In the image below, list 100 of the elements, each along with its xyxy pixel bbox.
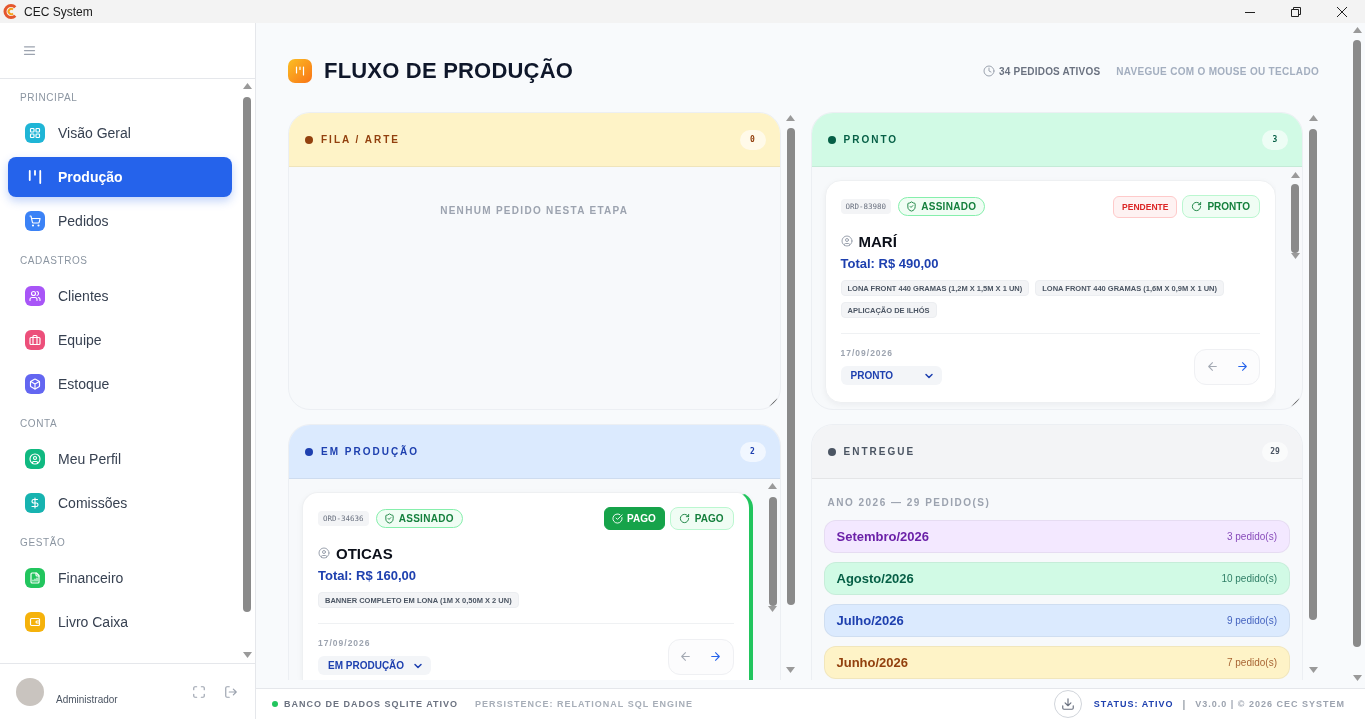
scrollbar-thumb[interactable] [768, 497, 777, 606]
arrow-left-icon [679, 650, 692, 663]
shield-check-icon [906, 201, 918, 212]
nav-item[interactable]: Livro Caixa [8, 602, 232, 642]
nav-item[interactable]: Clientes [8, 276, 232, 316]
month-row[interactable]: Julho/2026 9 pedido(s) [823, 604, 1290, 637]
user-role: Administrador [56, 693, 118, 705]
cube-icon [25, 374, 45, 394]
lane-title: FILA / ARTE [321, 134, 402, 145]
separator: | [1182, 698, 1187, 710]
payment-button[interactable]: PENDENTE [1113, 195, 1178, 218]
section-label: CADASTROS [19, 255, 89, 267]
month-label: Junho/2026 [836, 655, 909, 670]
stage-select[interactable]: EM PRODUÇÃO [318, 656, 432, 675]
status-dot-icon [272, 701, 278, 707]
status-button[interactable]: PAGO [669, 507, 734, 530]
lane-title: EM PRODUÇÃO [321, 446, 421, 457]
scrollbar-thumb[interactable] [1309, 129, 1317, 620]
avatar-placeholder [16, 677, 44, 706]
year-heading: ANO 2026 — 29 PEDIDO(S) [826, 497, 992, 509]
bars-icon [288, 59, 312, 83]
download-button[interactable] [1053, 690, 1082, 718]
month-count: 3 pedido(s) [1226, 531, 1277, 542]
menu-icon[interactable] [22, 43, 37, 58]
lane-count-badge: 29 [1262, 441, 1288, 462]
lane-count-badge: 0 [739, 129, 766, 150]
nav-item[interactable]: Comissões [8, 483, 232, 523]
grid-icon [25, 123, 45, 143]
download-icon [1060, 697, 1075, 711]
fullscreen-icon[interactable] [192, 684, 206, 699]
arrow-right-icon [709, 650, 722, 663]
scrollbar-thumb[interactable] [1291, 184, 1299, 253]
nav-item[interactable]: Visão Geral [8, 113, 232, 153]
nav-item[interactable]: Pedidos [8, 201, 232, 241]
status-button[interactable]: PRONTO [1182, 195, 1260, 218]
lane-count-badge: 2 [739, 441, 766, 462]
scroll-up-arrow-icon[interactable] [768, 483, 777, 489]
month-count: 10 pedido(s) [1221, 573, 1277, 584]
lane-count-badge: 3 [1262, 129, 1288, 150]
arrow-left-icon [1205, 360, 1219, 373]
cart-icon [25, 211, 45, 231]
persistence-engine: PERSISTENCE: RELATIONAL SQL ENGINE [475, 699, 694, 709]
month-row[interactable]: Setembro/2026 3 pedido(s) [823, 520, 1290, 553]
month-count: 9 pedido(s) [1226, 615, 1277, 626]
month-label: Setembro/2026 [836, 529, 929, 544]
month-label: Agosto/2026 [836, 571, 914, 586]
section-label: GESTÃO [19, 537, 67, 549]
month-row[interactable]: Agosto/2026 10 pedido(s) [823, 562, 1290, 595]
order-date: 17/09/2026 [318, 638, 372, 649]
refresh-icon [678, 513, 690, 524]
section-label: PRINCIPAL [19, 92, 79, 104]
chart-document-icon [25, 568, 45, 588]
order-total: Total: R$ 490,00 [840, 256, 940, 272]
users-icon [25, 286, 45, 306]
scrollbar-thumb[interactable] [243, 97, 251, 612]
signature-status: ASSINADO [398, 513, 454, 524]
arrow-right-icon [1235, 360, 1249, 373]
window-title: CEC System [24, 4, 93, 19]
scroll-up-arrow-icon[interactable] [1352, 27, 1362, 33]
check-circle-icon [612, 513, 624, 524]
scroll-down-arrow-icon[interactable] [242, 652, 252, 658]
scroll-down-arrow-icon[interactable] [786, 667, 795, 673]
order-total: Total: R$ 160,00 [318, 568, 418, 584]
month-count: 7 pedido(s) [1226, 657, 1277, 668]
scroll-down-arrow-icon[interactable] [1308, 667, 1318, 673]
signature-status: ASSINADO [921, 201, 977, 212]
scroll-down-arrow-icon[interactable] [1352, 675, 1362, 681]
client-name: OTICAS [336, 544, 393, 562]
app-logo-icon [3, 4, 18, 19]
scroll-down-arrow-icon[interactable] [768, 606, 777, 612]
system-status: STATUS: ATIVO [1093, 699, 1174, 709]
close-icon [1337, 6, 1347, 17]
wallet-icon [25, 612, 45, 632]
scroll-down-arrow-icon[interactable] [1290, 253, 1300, 259]
scroll-up-arrow-icon[interactable] [242, 83, 252, 89]
stage-select[interactable]: PRONTO [840, 366, 942, 385]
scrollbar-thumb[interactable] [786, 128, 795, 605]
briefcase-icon [25, 330, 45, 350]
nav-item[interactable]: Meu Perfil [8, 439, 232, 479]
nav-item[interactable]: Financeiro [8, 558, 232, 598]
scroll-up-arrow-icon[interactable] [1308, 115, 1318, 121]
order-date: 17/09/2026 [840, 348, 895, 359]
nav-item[interactable]: Equipe [8, 320, 232, 360]
restore-icon [1291, 6, 1301, 17]
lane-title: PRONTO [843, 134, 900, 145]
nav-item[interactable]: Estoque [8, 364, 232, 404]
scroll-up-arrow-icon[interactable] [1290, 172, 1300, 178]
refresh-icon [1191, 201, 1203, 212]
shield-check-icon [383, 513, 395, 524]
page-title: FLUXO DE PRODUÇÃO [324, 58, 574, 84]
clock-icon [983, 65, 996, 77]
nav-item[interactable]: Produção [8, 157, 232, 197]
version-info: V3.0.0 | © 2026 CEC SYSTEM [1195, 699, 1345, 709]
logout-icon[interactable] [224, 684, 238, 699]
database-status: BANCO DE DADOS SQLITE ATIVO [284, 699, 458, 709]
scroll-up-arrow-icon[interactable] [786, 115, 795, 121]
dollar-icon [25, 493, 45, 513]
active-orders-count: 34 PEDIDOS ATIVOS [999, 65, 1101, 77]
month-row[interactable]: Junho/2026 7 pedido(s) [823, 646, 1290, 679]
scrollbar-thumb[interactable] [1353, 40, 1361, 647]
